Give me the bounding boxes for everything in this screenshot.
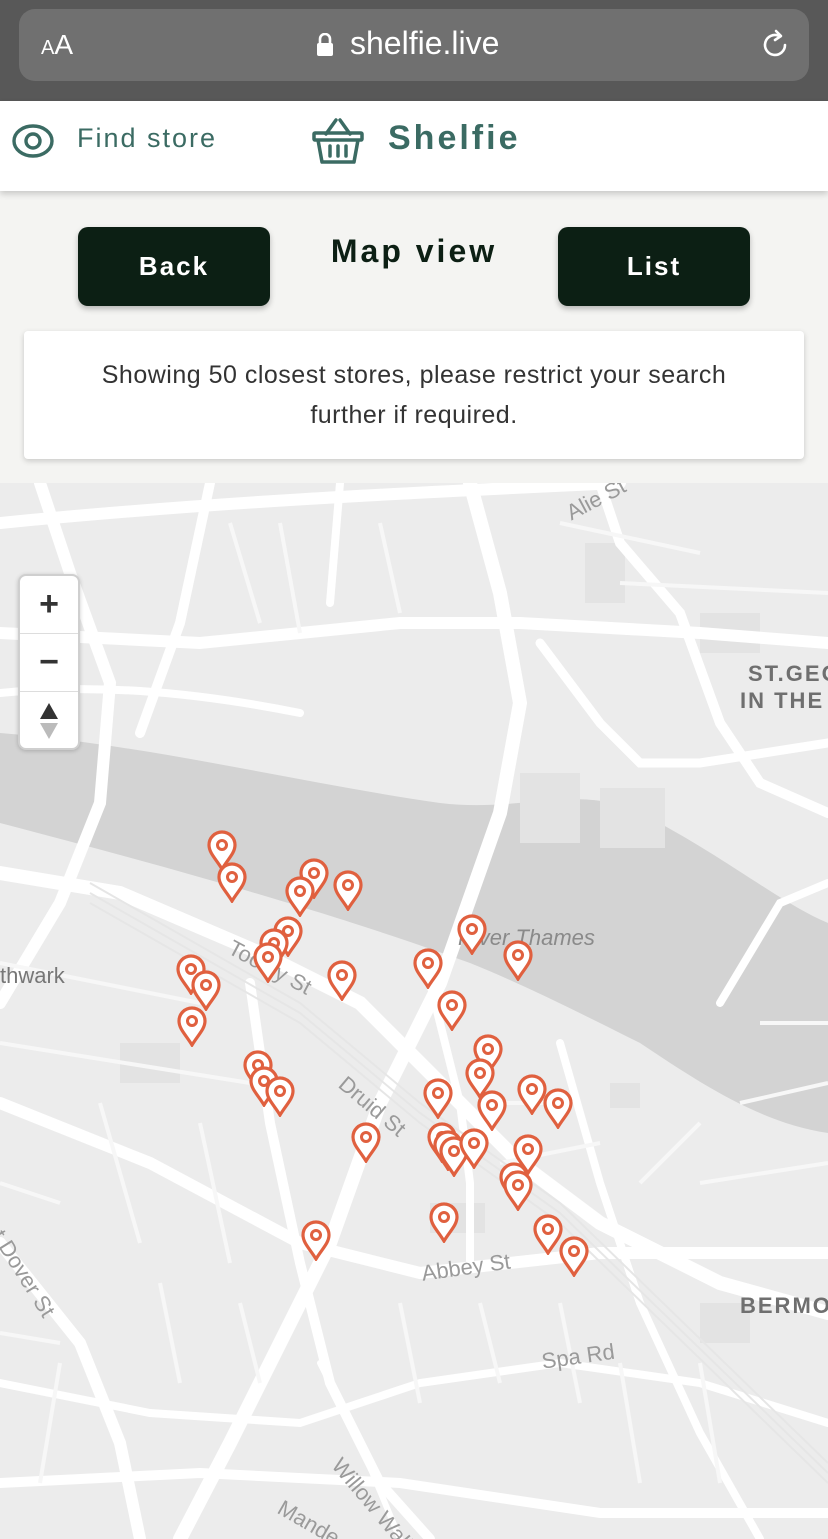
results-notice: Showing 50 closest stores, please restri… [24, 331, 804, 459]
store-pin-icon[interactable] [300, 1219, 332, 1261]
store-pin-icon[interactable] [476, 1089, 508, 1131]
app-header: Find store Shelfie [0, 101, 828, 191]
store-pin-icon[interactable] [264, 1075, 296, 1117]
store-map[interactable]: Alie St ST.GEO IN THE River Thames thwar… [0, 483, 828, 1539]
store-pin-icon[interactable] [542, 1087, 574, 1129]
store-pin-icon[interactable] [458, 1127, 490, 1169]
store-pin-icon[interactable] [284, 875, 316, 917]
back-button[interactable]: Back [78, 227, 270, 306]
store-pin-icon[interactable] [350, 1121, 382, 1163]
zoom-in-button[interactable]: + [20, 576, 78, 634]
page-title: Map view [330, 233, 498, 269]
store-pin-icon[interactable] [176, 1005, 208, 1047]
store-pin-icon[interactable] [502, 939, 534, 981]
store-pin-icon[interactable] [422, 1077, 454, 1119]
zoom-out-button[interactable]: − [20, 634, 78, 692]
basket-icon [312, 118, 364, 164]
map-label-st-george-1: ST.GEO [748, 661, 828, 686]
eye-icon[interactable] [11, 123, 55, 159]
browser-chrome: AA shelfie.live [0, 0, 828, 101]
address-bar[interactable]: AA shelfie.live [19, 9, 809, 81]
zoom-controls: + − [18, 574, 80, 750]
store-pin-icon[interactable] [252, 941, 284, 983]
map-base [0, 483, 828, 1539]
store-pin-icon[interactable] [428, 1201, 460, 1243]
map-label-southwark: thwark [0, 963, 65, 988]
map-label-bermondsey: BERMO [740, 1293, 828, 1318]
text-size-button[interactable]: AA [41, 29, 73, 61]
store-pin-icon[interactable] [456, 913, 488, 955]
list-view-button[interactable]: List [558, 227, 750, 306]
store-pin-icon[interactable] [412, 947, 444, 989]
compass-icon [40, 703, 58, 739]
store-pin-icon[interactable] [436, 989, 468, 1031]
store-pin-icon[interactable] [326, 959, 358, 1001]
lock-icon [317, 33, 333, 56]
brand-name: Shelfie [388, 119, 521, 157]
map-label-st-george-2: IN THE [740, 688, 825, 713]
url-text[interactable]: shelfie.live [350, 25, 499, 62]
find-store-link[interactable]: Find store [77, 123, 217, 154]
store-pin-icon[interactable] [558, 1235, 590, 1277]
store-pin-icon[interactable] [502, 1169, 534, 1211]
compass-button[interactable] [20, 692, 78, 750]
reload-icon[interactable] [759, 29, 791, 61]
store-pin-icon[interactable] [216, 861, 248, 903]
store-pin-icon[interactable] [332, 869, 364, 911]
